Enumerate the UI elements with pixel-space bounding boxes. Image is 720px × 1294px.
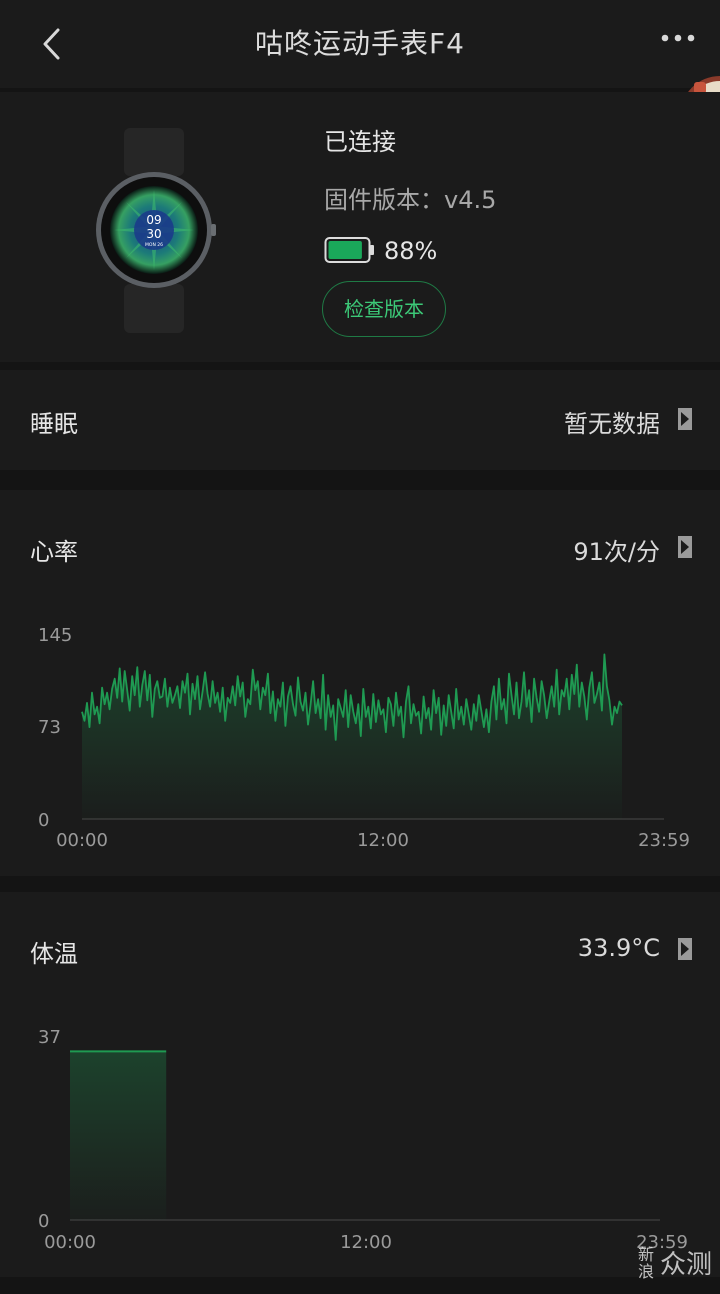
watch-image: 09 30 MON 26 (96, 128, 216, 333)
chevron-right-icon[interactable] (678, 938, 692, 960)
y-tick-label: 73 (38, 717, 61, 738)
x-tick-label: 23:59 (638, 830, 690, 851)
y-tick-label: 37 (38, 1027, 61, 1048)
temperature-chart: 037 00:00 12:00 23:59 (38, 1027, 688, 1253)
watermark: 新浪 众测 (638, 1244, 712, 1281)
heart-rate-value: 91次/分 (573, 538, 660, 566)
more-dots-icon[interactable] (658, 30, 698, 50)
top-bar: 咕咚运动手表F4 (0, 0, 720, 88)
temperature-bar (70, 1051, 167, 1220)
y-tick-label: 145 (38, 625, 72, 646)
firmware-version: 固件版本：v4.5 (324, 186, 497, 214)
x-tick-label: 00:00 (44, 1232, 96, 1253)
temperature-card[interactable]: 体温 33.9°C 0 37 00:00 12:00 23:59 新浪 众测 (0, 892, 720, 1280)
heart-rate-label: 心率 (30, 538, 78, 566)
watermark-left: 新浪 (637, 1244, 654, 1281)
battery-icon (324, 237, 374, 263)
sleep-value: 暂无数据 (564, 410, 660, 438)
watermark-right: 众测 (659, 1250, 712, 1280)
heart-rate-chart: 0 73 145 00:00 12:00 23:59 (38, 625, 690, 851)
y-tick-label: 0 (38, 810, 49, 831)
x-tick-label: 12:00 (340, 1232, 392, 1253)
check-version-button[interactable]: 检查版本 (322, 281, 446, 337)
chevron-right-icon[interactable] (678, 536, 692, 558)
temperature-value: 33.9°C (577, 934, 660, 962)
sleep-card[interactable]: 睡眠 暂无数据 (0, 370, 720, 470)
watch-hour: 09 (146, 213, 161, 227)
heart-rate-area (82, 654, 622, 819)
y-tick-label: 0 (38, 1211, 49, 1232)
heart-rate-card[interactable]: 心率 91次/分 0 73 145 00:00 12:00 23:59 (0, 490, 720, 876)
page-title: 咕咚运动手表F4 (255, 27, 465, 60)
x-tick-label: 00:00 (56, 830, 108, 851)
sleep-label: 睡眠 (30, 410, 78, 438)
watch-date: MON 26 (145, 242, 163, 248)
chevron-right-icon[interactable] (678, 408, 692, 430)
x-tick-label: 12:00 (357, 830, 409, 851)
connection-status: 已连接 (324, 128, 396, 156)
device-card: 09 30 MON 26 已连接 固件版本：v4.5 88% 检查版本 (0, 92, 720, 362)
temperature-label: 体温 (30, 940, 78, 968)
battery-level-fill (328, 241, 362, 259)
watch-minute: 30 (146, 227, 161, 241)
battery-percent: 88% (384, 237, 438, 265)
